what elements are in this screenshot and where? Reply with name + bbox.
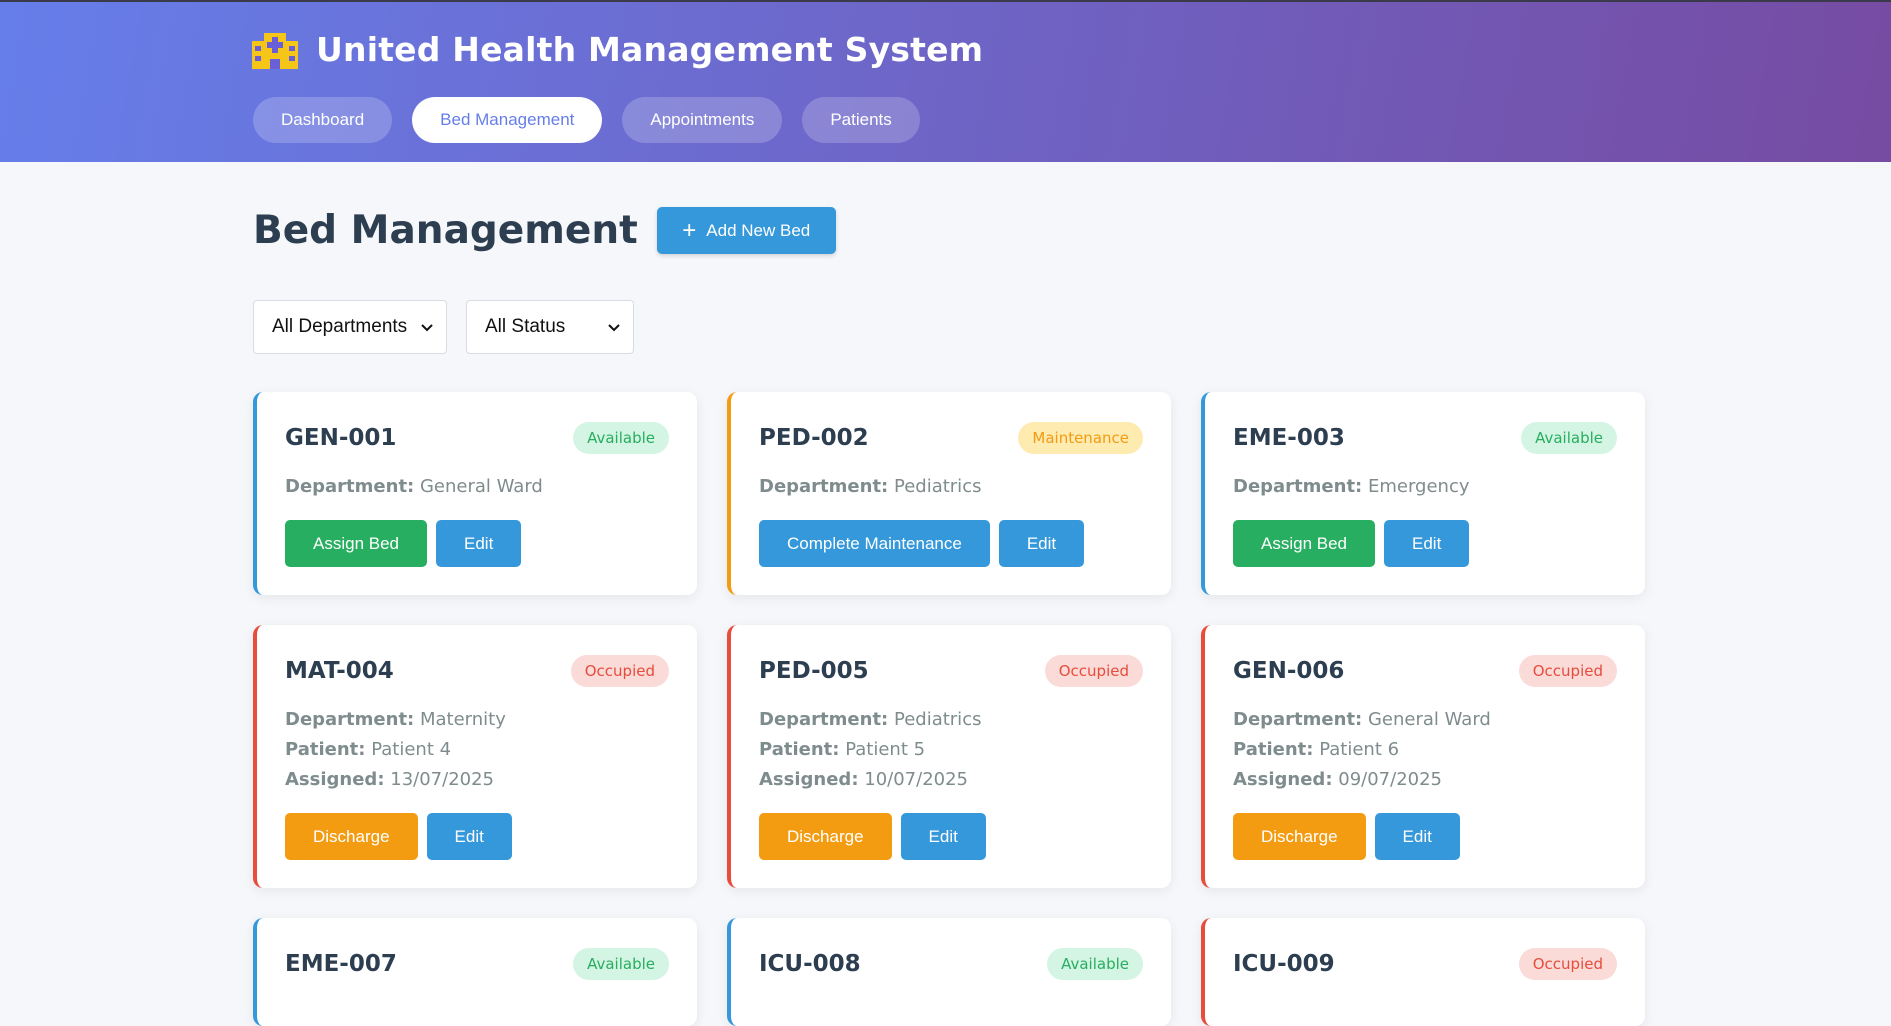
bed-id: GEN-006	[1233, 658, 1345, 684]
filters: All Departments All Status	[253, 300, 634, 354]
chevron-down-icon	[608, 324, 620, 332]
bed-id: EME-007	[285, 951, 397, 977]
assigned-value: 10/07/2025	[864, 769, 969, 790]
department-info: Department: Emergency	[1233, 472, 1617, 502]
add-new-bed-label: Add New Bed	[706, 220, 811, 240]
patient-info: Patient: Patient 4	[285, 735, 669, 765]
assigned-label: Assigned:	[759, 769, 859, 790]
patient-label: Patient:	[759, 739, 840, 760]
assigned-value: 13/07/2025	[390, 769, 495, 790]
add-new-bed-button[interactable]: + Add New Bed	[656, 207, 836, 254]
department-value: Maternity	[419, 709, 506, 730]
bed-id: ICU-009	[1233, 951, 1335, 977]
status-badge: Available	[573, 422, 669, 454]
edit-button[interactable]: Edit	[998, 520, 1085, 567]
assigned-label: Assigned:	[285, 769, 385, 790]
edit-button[interactable]: Edit	[426, 813, 512, 860]
bed-card: PED-005 Occupied Department: Pediatrics …	[727, 625, 1171, 888]
app-title: United Health Management System	[316, 30, 984, 69]
edit-button[interactable]: Edit	[1374, 813, 1460, 860]
nav-bed-management[interactable]: Bed Management	[412, 97, 603, 143]
status-badge: Occupied	[570, 655, 669, 687]
department-filter[interactable]: All Departments	[253, 300, 447, 354]
bed-card: EME-007 Available	[253, 918, 697, 1026]
bed-id: PED-002	[759, 425, 869, 451]
status-filter-value: All Status	[485, 316, 566, 337]
status-badge: Occupied	[1518, 655, 1617, 687]
bed-id: GEN-001	[285, 425, 397, 451]
status-filter[interactable]: All Status	[466, 300, 634, 354]
status-badge: Maintenance	[1018, 422, 1143, 454]
status-badge: Available	[1047, 948, 1143, 980]
patient-value: Patient 4	[371, 739, 452, 760]
bed-card: EME-003 Available Department: Emergency …	[1201, 392, 1645, 595]
status-badge: Occupied	[1518, 948, 1617, 980]
nav-dashboard[interactable]: Dashboard	[253, 97, 393, 143]
app-header: United Health Management System Dashboar…	[0, 0, 1891, 162]
discharge-button[interactable]: Discharge	[759, 813, 892, 860]
title-row: Bed Management + Add New Bed	[253, 207, 836, 254]
bed-card: GEN-001 Available Department: General Wa…	[253, 392, 697, 595]
department-value: Emergency	[1367, 476, 1470, 497]
assigned-info: Assigned: 10/07/2025	[759, 765, 1143, 795]
patient-label: Patient:	[285, 739, 366, 760]
plus-icon: +	[682, 216, 697, 244]
edit-button[interactable]: Edit	[900, 813, 986, 860]
patient-label: Patient:	[1233, 739, 1314, 760]
department-label: Department:	[759, 476, 889, 497]
department-label: Department:	[1233, 476, 1363, 497]
patient-info: Patient: Patient 6	[1233, 735, 1617, 765]
assigned-info: Assigned: 13/07/2025	[285, 765, 669, 795]
bed-grid: GEN-001 Available Department: General Wa…	[253, 392, 1645, 1026]
edit-button[interactable]: Edit	[1384, 520, 1470, 567]
department-value: General Ward	[1367, 709, 1491, 730]
discharge-button[interactable]: Discharge	[1233, 813, 1366, 860]
assigned-info: Assigned: 09/07/2025	[1233, 765, 1617, 795]
discharge-button[interactable]: Discharge	[285, 813, 418, 860]
page-title: Bed Management	[253, 208, 638, 253]
bed-card: ICU-009 Occupied	[1201, 918, 1645, 1026]
department-info: Department: Maternity	[285, 705, 669, 735]
department-label: Department:	[759, 709, 889, 730]
department-label: Department:	[1233, 709, 1363, 730]
assign-bed-button[interactable]: Assign Bed	[1233, 520, 1375, 567]
nav-patients[interactable]: Patients	[802, 97, 920, 143]
assigned-label: Assigned:	[1233, 769, 1333, 790]
complete-maintenance-button[interactable]: Complete Maintenance	[759, 520, 990, 567]
department-filter-value: All Departments	[272, 316, 408, 337]
department-value: Pediatrics	[893, 476, 982, 497]
bed-id: ICU-008	[759, 951, 861, 977]
main-nav: Dashboard Bed Management Appointments Pa…	[253, 97, 920, 143]
assign-bed-button[interactable]: Assign Bed	[285, 520, 427, 567]
edit-button[interactable]: Edit	[436, 520, 522, 567]
chevron-down-icon	[421, 324, 433, 332]
patient-info: Patient: Patient 5	[759, 735, 1143, 765]
bed-id: PED-005	[759, 658, 869, 684]
department-info: Department: Pediatrics	[759, 472, 1143, 502]
assigned-value: 09/07/2025	[1338, 769, 1443, 790]
brand: United Health Management System	[252, 30, 983, 69]
bed-id: MAT-004	[285, 658, 394, 684]
nav-appointments[interactable]: Appointments	[622, 97, 783, 143]
bed-card: MAT-004 Occupied Department: Maternity P…	[253, 625, 697, 888]
status-badge: Available	[573, 948, 669, 980]
bed-card: PED-002 Maintenance Department: Pediatri…	[727, 392, 1171, 595]
department-label: Department:	[285, 476, 415, 497]
bed-id: EME-003	[1233, 425, 1345, 451]
patient-value: Patient 6	[1319, 739, 1400, 760]
department-info: Department: Pediatrics	[759, 705, 1143, 735]
department-info: Department: General Ward	[285, 472, 669, 502]
status-badge: Occupied	[1044, 655, 1143, 687]
department-info: Department: General Ward	[1233, 705, 1617, 735]
bed-card: ICU-008 Available	[727, 918, 1171, 1026]
department-value: Pediatrics	[893, 709, 982, 730]
status-badge: Available	[1521, 422, 1617, 454]
patient-value: Patient 5	[845, 739, 926, 760]
bed-card: GEN-006 Occupied Department: General War…	[1201, 625, 1645, 888]
hospital-icon	[252, 32, 298, 69]
department-label: Department:	[285, 709, 415, 730]
department-value: General Ward	[419, 476, 543, 497]
